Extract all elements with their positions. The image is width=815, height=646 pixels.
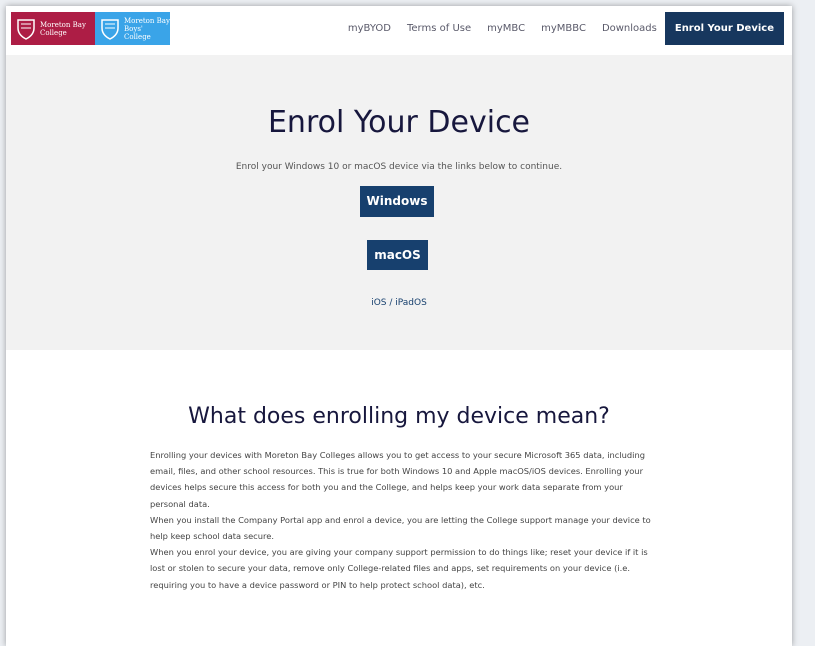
section-title: What does enrolling my device mean?	[188, 404, 610, 429]
info-paragraph: When you enrol your device, you are givi…	[150, 547, 648, 590]
main-nav: myBYOD Terms of Use myMBC myMBBC Downloa…	[340, 12, 792, 45]
logo-moreton-bay-college[interactable]: Moreton Bay College	[11, 12, 95, 45]
page-title: Enrol Your Device	[267, 105, 531, 140]
hero-section: Enrol Your Device Enrol your Windows 10 …	[6, 55, 792, 350]
crest-icon	[15, 17, 37, 41]
logo-label: Moreton Bay College	[40, 20, 86, 37]
nav-downloads[interactable]: Downloads	[594, 12, 665, 45]
ios-ipados-link[interactable]: iOS / iPadOS	[6, 298, 792, 308]
windows-button[interactable]: Windows	[360, 186, 434, 217]
nav-mymbc[interactable]: myMBC	[479, 12, 533, 45]
info-paragraph: Enrolling your devices with Moreton Bay …	[150, 450, 645, 509]
macos-button[interactable]: macOS	[367, 240, 428, 270]
info-text: Enrolling your devices with Moreton Bay …	[150, 447, 655, 593]
nav-mymbbc[interactable]: myMBBC	[533, 12, 594, 45]
logo-moreton-bay-boys-college[interactable]: Moreton Bay Boys' College	[95, 12, 170, 45]
crest-icon	[99, 17, 121, 41]
nav-terms-of-use[interactable]: Terms of Use	[399, 12, 479, 45]
nav-enrol-your-device[interactable]: Enrol Your Device	[664, 12, 784, 45]
logo-label: Moreton Bay Boys' College	[124, 16, 170, 41]
browser-window: Moreton Bay College Moreton Bay Boys' Co…	[6, 6, 792, 646]
info-paragraph: When you install the Company Portal app …	[150, 514, 651, 542]
nav-mybyod[interactable]: myBYOD	[340, 12, 399, 45]
site-header: Moreton Bay College Moreton Bay Boys' Co…	[6, 6, 792, 52]
hero-subtitle: Enrol your Windows 10 or macOS device vi…	[235, 162, 563, 172]
